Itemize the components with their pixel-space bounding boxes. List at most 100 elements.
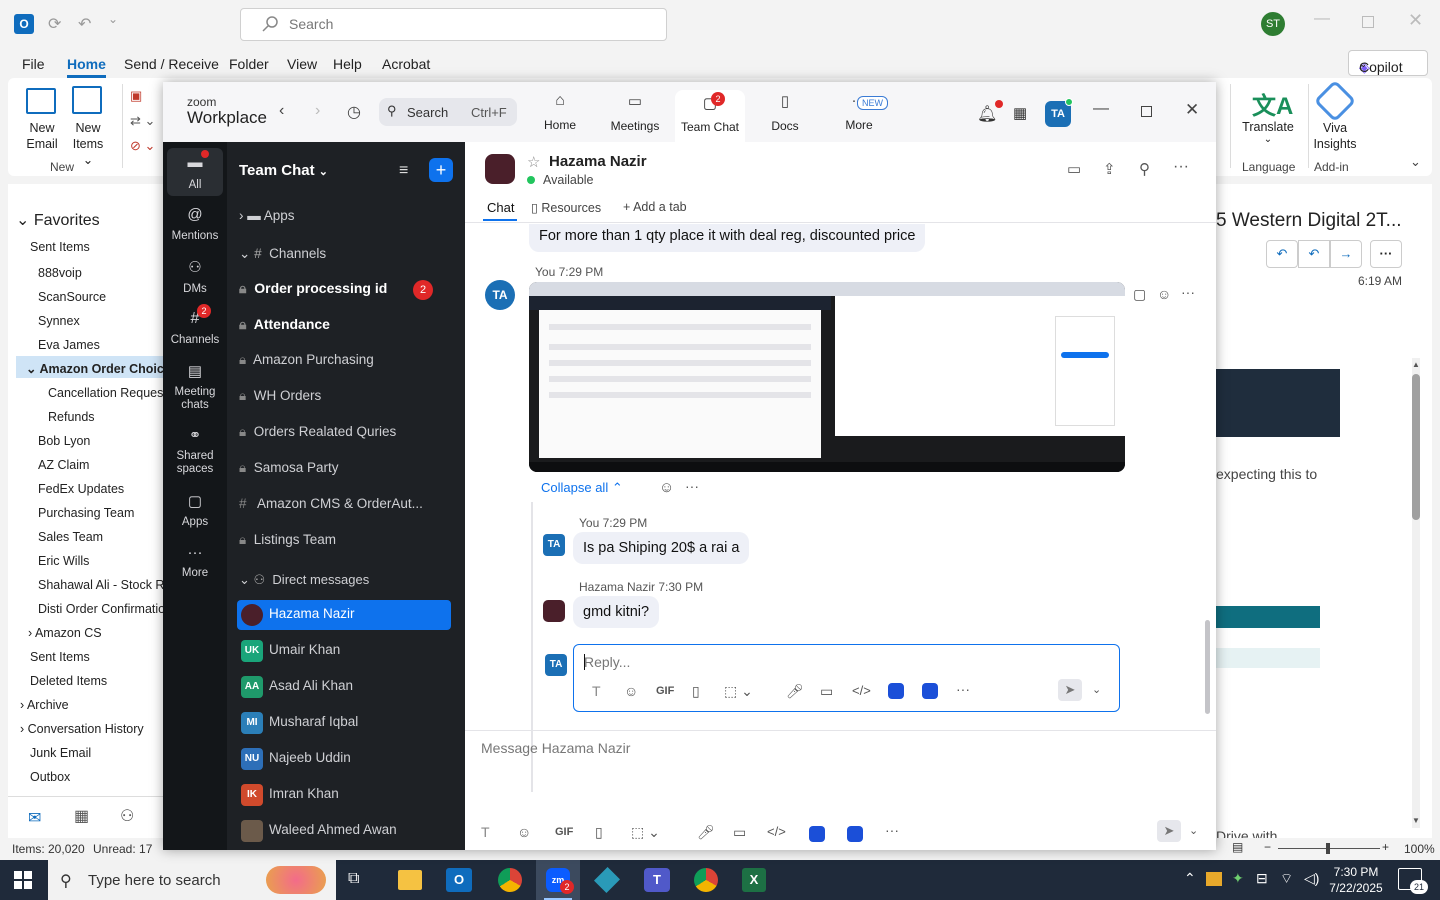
sync-icon[interactable]: ⟳ (48, 14, 61, 34)
tray-chevron-icon[interactable]: ⌃ (1184, 870, 1196, 887)
tab-chat[interactable]: Chat (487, 200, 514, 215)
folder-outbox[interactable]: Outbox (30, 770, 70, 784)
rail-mentions[interactable]: @ Mentions (163, 206, 227, 242)
add-reaction-icon[interactable]: ☺ (1157, 286, 1171, 302)
gif-button[interactable]: GIF (555, 826, 573, 838)
dm-item[interactable]: Asad Ali Khan (239, 678, 453, 708)
format-text-icon[interactable]: T (592, 683, 601, 699)
folder-deleted-items[interactable]: Deleted Items (30, 674, 107, 688)
folder-purchasing-team[interactable]: Purchasing Team (38, 506, 134, 520)
filter-icon[interactable]: ≡ (399, 162, 408, 180)
menu-folder[interactable]: Folder (229, 56, 269, 72)
history-icon[interactable]: ◷ (347, 102, 361, 122)
channel-item[interactable]: 🔒︎ Attendance (239, 316, 453, 346)
app-integration-icon-2[interactable] (847, 826, 863, 842)
dm-item[interactable]: Umair Khan (239, 642, 453, 672)
rail-shared-spaces[interactable]: ⚭ Shared spaces (163, 426, 227, 476)
folder-az-claim[interactable]: AZ Claim (38, 458, 89, 472)
zoom-slider[interactable] (1278, 843, 1380, 854)
zoom-minimize-icon[interactable]: — (1093, 100, 1109, 118)
folder-amazon-cs[interactable]: › Amazon CS (28, 626, 102, 640)
folder-amazon-order-choice[interactable]: ⌄ Amazon Order Choice (26, 361, 171, 376)
folder-junk-email[interactable]: Junk Email (30, 746, 91, 760)
tab-resources[interactable]: ▯ Resources (531, 200, 601, 215)
send-options-chevron-icon[interactable]: ⌄ (1189, 824, 1198, 837)
rail-more[interactable]: ··· More (163, 544, 227, 579)
people-icon[interactable]: ⚇ (120, 806, 134, 826)
notifications-bell-icon[interactable]: 🔔︎ (977, 104, 997, 124)
contact-avatar[interactable] (485, 154, 515, 184)
emoji-icon[interactable]: ☺ (517, 824, 531, 840)
folder-eric-wills[interactable]: Eric Wills (38, 554, 89, 568)
tab-docs[interactable]: ▯ Docs (753, 92, 817, 142)
folder-synnex[interactable]: Synnex (38, 314, 80, 328)
screenshot-icon[interactable]: ⬚ ⌄ (631, 824, 660, 841)
channel-item[interactable]: 🔒︎ Orders Realated Quries (239, 424, 453, 454)
tab-meetings[interactable]: ▭ Meetings (599, 92, 671, 142)
close-icon[interactable]: ✕ (1408, 10, 1423, 31)
contact-name[interactable]: Hazama Nazir (549, 153, 647, 170)
zoom-out-icon[interactable]: − (1264, 840, 1271, 854)
reply-all-button[interactable]: ↶ (1298, 240, 1330, 268)
zoom-slider-thumb[interactable] (1326, 843, 1330, 854)
teams-icon[interactable]: T (644, 868, 670, 892)
outlook-search-input[interactable]: Search (240, 8, 667, 41)
folder-sent-items[interactable]: Sent Items (30, 240, 90, 254)
video-message-icon[interactable]: ▭ (733, 824, 746, 841)
reading-scrollbar[interactable]: ▲ ▼ (1412, 358, 1420, 828)
file-icon[interactable]: ▯ (692, 683, 700, 700)
star-icon[interactable]: ☆ (527, 153, 540, 171)
message-composer-input[interactable]: Message Hazama Nazir (481, 740, 630, 756)
zoom-taskbar-active[interactable]: zm 2 (536, 860, 580, 900)
gif-button[interactable]: GIF (656, 685, 674, 697)
file-explorer-icon[interactable] (398, 870, 422, 890)
app-integration-icon-2[interactable] (922, 683, 938, 699)
outlook-taskbar-icon[interactable]: O (446, 868, 472, 892)
menu-send-receive[interactable]: Send / Receive (124, 56, 219, 72)
rail-meeting-chats[interactable]: ▤ Meeting chats (163, 362, 227, 412)
tab-add[interactable]: + Add a tab (623, 200, 687, 214)
send-button[interactable]: ➤ (1058, 679, 1082, 701)
forward-button[interactable]: → (1330, 240, 1362, 268)
forward-arrow-icon[interactable]: › (315, 102, 320, 120)
menu-acrobat[interactable]: Acrobat (382, 56, 430, 72)
taskbar-clock[interactable]: 7:30 PM 7/22/2025 (1326, 864, 1386, 896)
translate-button[interactable]: Translate ⌄ (1242, 120, 1294, 145)
collapse-all-link[interactable]: Collapse all ⌃ (541, 480, 623, 496)
send-options-chevron-icon[interactable]: ⌄ (1092, 683, 1101, 696)
reply-input[interactable]: Reply... T ☺ GIF ▯ ⬚ ⌄ 🎤︎ ▭ </> ··· ➤ ⌄ (573, 644, 1120, 712)
more-options-icon[interactable]: ··· (956, 681, 970, 697)
tab-more[interactable]: ··· NEW More (827, 92, 891, 142)
folder-conversation-history[interactable]: › Conversation History (20, 722, 144, 736)
add-reaction-icon[interactable]: ☺ (659, 479, 674, 496)
folder-cancellation-request[interactable]: Cancellation Request (48, 386, 167, 400)
calendar-icon[interactable]: ▦ (1013, 104, 1027, 122)
folder-shahawal-ali[interactable]: Shahawal Ali - Stock Re (38, 578, 171, 592)
scroll-up-icon[interactable]: ▲ (1412, 360, 1420, 369)
more-options-icon[interactable]: ··· (685, 478, 699, 494)
more-options-icon[interactable]: ··· (1181, 284, 1195, 300)
rail-dms[interactable]: ⚇ DMs (163, 258, 227, 295)
reading-view-icon[interactable]: ▤ (1232, 840, 1243, 854)
dm-item[interactable]: Imran Khan (239, 786, 453, 816)
mail-icon[interactable]: ✉ (28, 808, 41, 828)
rail-all[interactable]: ▬ All (163, 154, 227, 191)
folder-disti-order[interactable]: Disti Order Confirmatio (38, 602, 165, 616)
task-view-icon[interactable]: ⧉ (348, 870, 359, 888)
more-options-icon[interactable]: ··· (885, 822, 899, 838)
send-button[interactable]: ➤ (1157, 820, 1181, 842)
favorites-header[interactable]: ⌄ Favorites (16, 210, 100, 230)
scroll-thumb[interactable] (1412, 374, 1420, 520)
folder-888voip[interactable]: 888voip (38, 266, 82, 280)
reply-thread-icon[interactable]: ▢ (1133, 286, 1146, 303)
channel-item[interactable]: 🔒︎ Samosa Party (239, 460, 453, 490)
folder-archive[interactable]: › Archive (20, 698, 69, 712)
menu-view[interactable]: View (287, 56, 317, 72)
undo-icon[interactable]: ↶ (78, 14, 91, 34)
video-message-icon[interactable]: ▭ (820, 683, 833, 700)
folder-bob-lyon[interactable]: Bob Lyon (38, 434, 90, 448)
folder-fedex-updates[interactable]: FedEx Updates (38, 482, 124, 496)
calendar-icon[interactable]: ▦ (74, 806, 89, 826)
channel-item[interactable]: # Amazon CMS & OrderAut... (239, 496, 453, 526)
menu-file[interactable]: File (22, 56, 45, 72)
